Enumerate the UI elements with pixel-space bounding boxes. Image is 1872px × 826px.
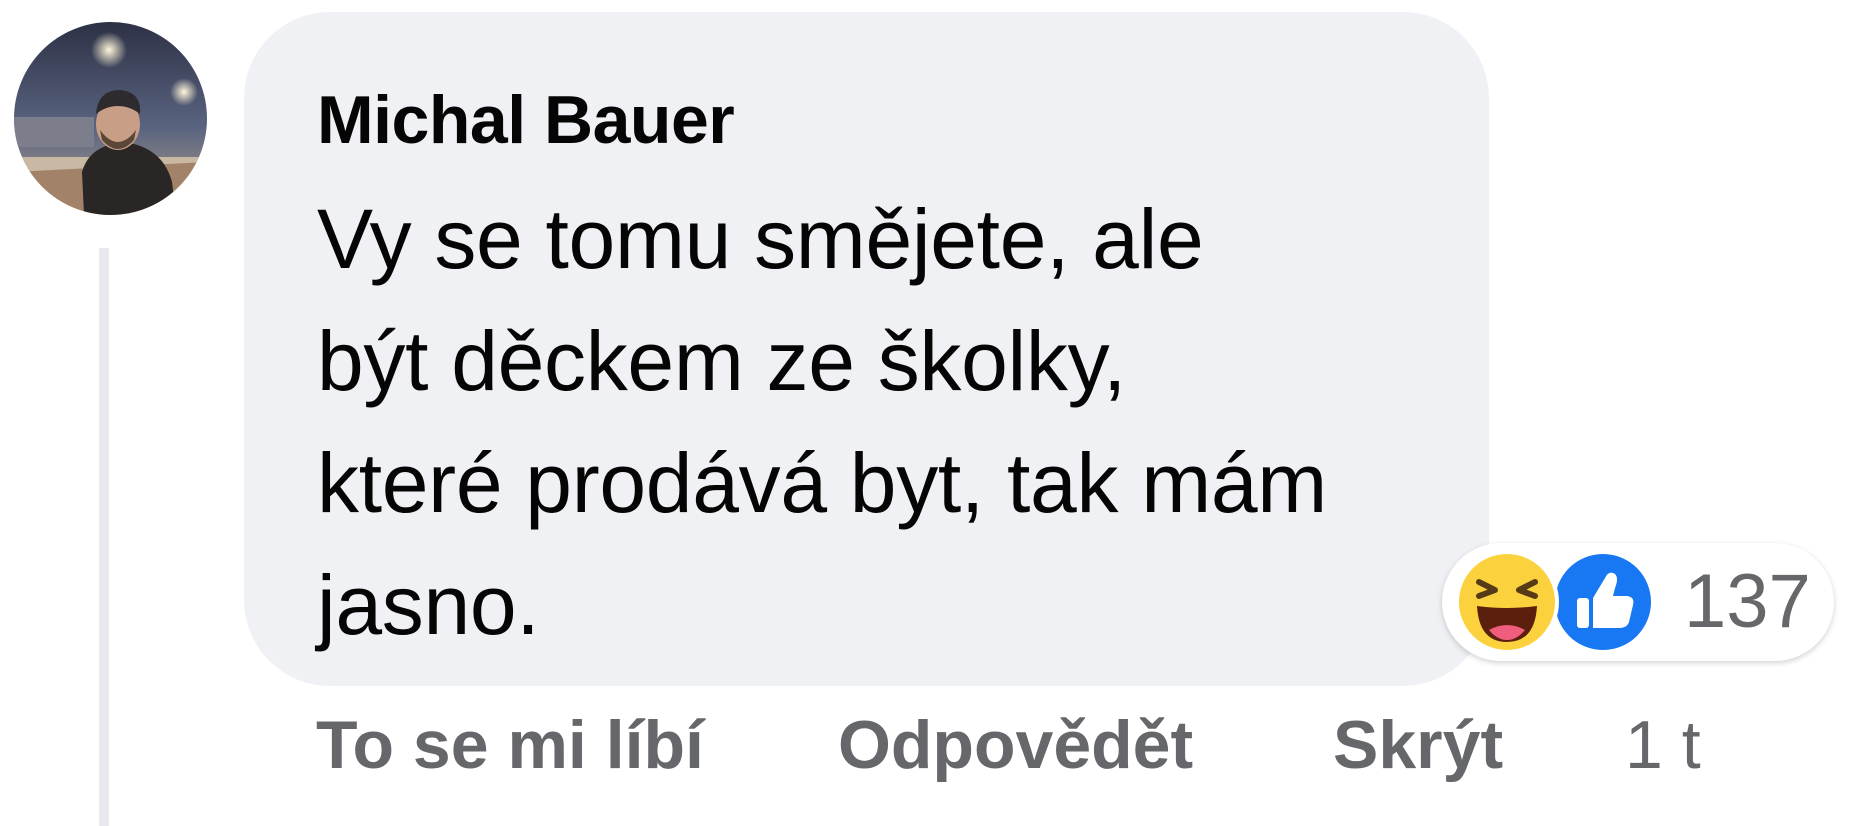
like-reaction-icon [1549, 548, 1657, 656]
comment-author-name[interactable]: Michal Bauer [317, 70, 1469, 170]
reply-thread-line [99, 248, 109, 826]
author-avatar[interactable] [14, 22, 207, 215]
comment-text: Vy se tomu smějete, ale být děckem ze šk… [317, 192, 1327, 652]
haha-reaction-icon [1453, 548, 1561, 656]
comment-bubble: Michal Bauer Vy se tomu smějete, ale být… [244, 12, 1489, 686]
reactions-summary[interactable]: 137 [1442, 543, 1834, 661]
avatar-photo [14, 22, 207, 215]
hide-button[interactable]: Skrýt [1333, 700, 1503, 790]
reply-button[interactable]: Odpovědět [838, 700, 1193, 790]
reaction-count: 137 [1684, 559, 1811, 644]
like-button[interactable]: To se mi líbí [316, 700, 704, 790]
comment-timestamp[interactable]: 1 t [1625, 700, 1701, 790]
